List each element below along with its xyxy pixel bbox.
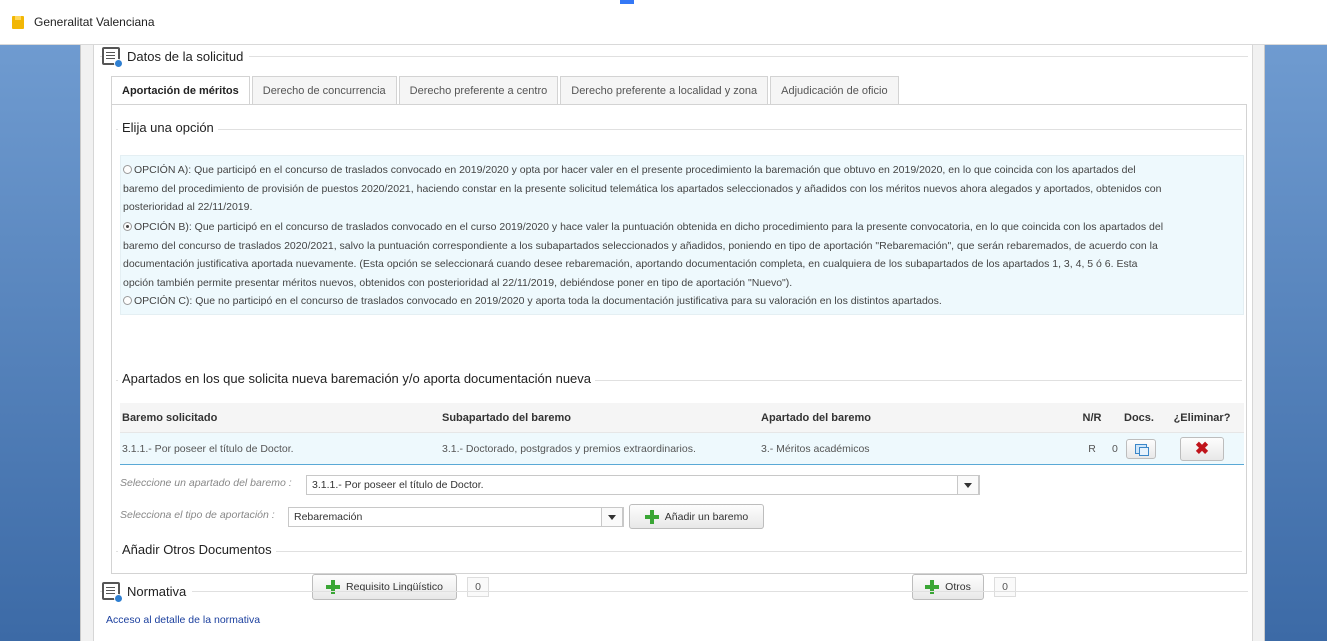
table-header: Baremo solicitado Subapartado del baremo…	[120, 403, 1244, 433]
normativa-section-title: Normativa	[127, 583, 187, 599]
option-b-line-1: OPCIÓN B): Que participó en el concurso …	[134, 221, 1164, 233]
desktop-background-left	[0, 45, 80, 641]
desktop-background-right	[1265, 45, 1327, 641]
apartados-legend: Apartados en los que solicita nueva bare…	[118, 371, 596, 386]
tab-derecho-concurrencia[interactable]: Derecho de concurrencia	[251, 76, 397, 104]
row-apartado: 3.- Méritos académicos	[761, 442, 870, 455]
copy-documents-icon	[1134, 443, 1149, 456]
col-apartado-header: Apartado del baremo	[761, 411, 872, 424]
option-a[interactable]: OPCIÓN A): Que participó en el concurso …	[123, 161, 1161, 217]
option-b[interactable]: OPCIÓN B): Que participó en el concurso …	[123, 218, 1163, 292]
select-apartado-value: 3.1.1.- Por poseer el título de Doctor.	[312, 479, 484, 491]
window-title: Generalitat Valenciana	[34, 15, 155, 29]
options-area: OPCIÓN A): Que participó en el concurso …	[120, 155, 1244, 315]
datos-section-title: Datos de la solicitud	[127, 48, 244, 64]
select-tipo-row: Selecciona el tipo de aportación :	[120, 509, 275, 521]
row-subapartado: 3.1.- Doctorado, postgrados y premios ex…	[442, 442, 696, 455]
option-b-line-2: baremo del concurso de traslados 2020/20…	[123, 239, 1158, 252]
normativa-link[interactable]: Acceso al detalle de la normativa	[106, 614, 260, 626]
select-apartado-row: Seleccione un apartado del baremo :	[120, 477, 292, 489]
select-tipo-value: Rebaremación	[294, 511, 363, 523]
select-apartado-dropdown[interactable]: 3.1.1.- Por poseer el título de Doctor.	[306, 475, 980, 495]
normativa-fieldset-border	[100, 591, 1248, 592]
tab-derecho-preferente-centro[interactable]: Derecho preferente a centro	[398, 76, 559, 104]
datos-section-header: Datos de la solicitud	[102, 47, 250, 68]
option-c[interactable]: OPCIÓN C): Que no participó en el concur…	[123, 292, 942, 311]
requisito-linguistico-button[interactable]: Requisito Lingüístico	[312, 574, 457, 600]
add-baremo-label: Añadir un baremo	[664, 510, 749, 523]
docs-button[interactable]	[1125, 438, 1156, 459]
window-titlebar: Generalitat Valenciana	[0, 0, 1327, 45]
row-eliminar-cell: ✖	[1168, 436, 1236, 461]
table-row[interactable]: 3.1.1.- Por poseer el título de Doctor. …	[120, 433, 1244, 465]
option-a-line-2: baremo del procedimiento de provisión de…	[123, 182, 1162, 195]
col-eliminar-header: ¿Eliminar?	[1173, 411, 1231, 424]
tab-derecho-preferente-localidad[interactable]: Derecho preferente a localidad y zona	[560, 76, 769, 104]
row-baremo: 3.1.1.- Por poseer el título de Doctor.	[122, 442, 294, 455]
datos-fieldset-border	[100, 56, 1248, 57]
otros-button[interactable]: Otros	[912, 574, 984, 600]
plus-icon	[644, 509, 659, 524]
option-c-line-1: OPCIÓN C): Que no participó en el concur…	[134, 295, 942, 307]
document-info-icon	[102, 582, 123, 603]
col-nr-header: N/R	[1082, 411, 1102, 424]
option-c-radio[interactable]	[123, 296, 132, 305]
otros-fieldset-border	[116, 551, 1242, 552]
tab-content: Elija una opción OPCIÓN A): Que particip…	[111, 104, 1247, 600]
chevron-down-icon[interactable]	[957, 475, 979, 495]
elija-fieldset-border	[116, 129, 1242, 130]
col-baremo-header: Baremo solicitado	[122, 411, 218, 424]
option-a-line-3: posterioridad al 22/11/2019.	[123, 201, 253, 213]
tab-adjudicacion-oficio[interactable]: Adjudicación de oficio	[770, 76, 899, 104]
otros-count: 0	[994, 577, 1016, 597]
normativa-section-header: Normativa	[102, 582, 193, 603]
option-b-line-3: documentación justificativa aportada nue…	[123, 258, 1138, 270]
col-docs-header: Docs.	[1124, 411, 1154, 424]
col-subapartado-header: Subapartado del baremo	[442, 411, 571, 424]
row-nr: R	[1088, 442, 1096, 455]
option-b-radio[interactable]	[123, 222, 132, 231]
tab-bar: Aportación de méritos Derecho de concurr…	[111, 76, 901, 105]
option-a-line-1: OPCIÓN A): Que participó en el concurso …	[134, 164, 1136, 176]
app-folder-icon	[12, 15, 24, 29]
baremos-table: Baremo solicitado Subapartado del baremo…	[120, 403, 1244, 465]
option-a-radio[interactable]	[123, 165, 132, 174]
select-apartado-label: Seleccione un apartado del baremo :	[120, 477, 292, 489]
delete-button[interactable]: ✖	[1180, 436, 1224, 461]
requisito-count: 0	[467, 577, 489, 597]
chevron-down-icon[interactable]	[601, 507, 623, 527]
browser-content: Datos de la solicitud Aportación de méri…	[80, 45, 1265, 641]
tab-aportacion-meritos[interactable]: Aportación de méritos	[111, 76, 250, 105]
option-b-line-4: opción también permite presentar méritos…	[123, 276, 793, 289]
otros-legend: Añadir Otros Documentos	[118, 542, 276, 557]
delete-x-icon: ✖	[1194, 439, 1210, 458]
row-docs-count: 0	[1112, 442, 1118, 455]
main-panel: Datos de la solicitud Aportación de méri…	[93, 45, 1253, 641]
elija-legend: Elija una opción	[118, 120, 218, 135]
row-docs-cell: 0	[1106, 438, 1168, 459]
select-tipo-label: Selecciona el tipo de aportación :	[120, 509, 275, 521]
select-tipo-dropdown[interactable]: Rebaremación	[288, 507, 624, 527]
document-search-icon	[102, 47, 123, 68]
top-accent-bar	[620, 0, 634, 4]
add-baremo-button[interactable]: Añadir un baremo	[629, 504, 764, 529]
